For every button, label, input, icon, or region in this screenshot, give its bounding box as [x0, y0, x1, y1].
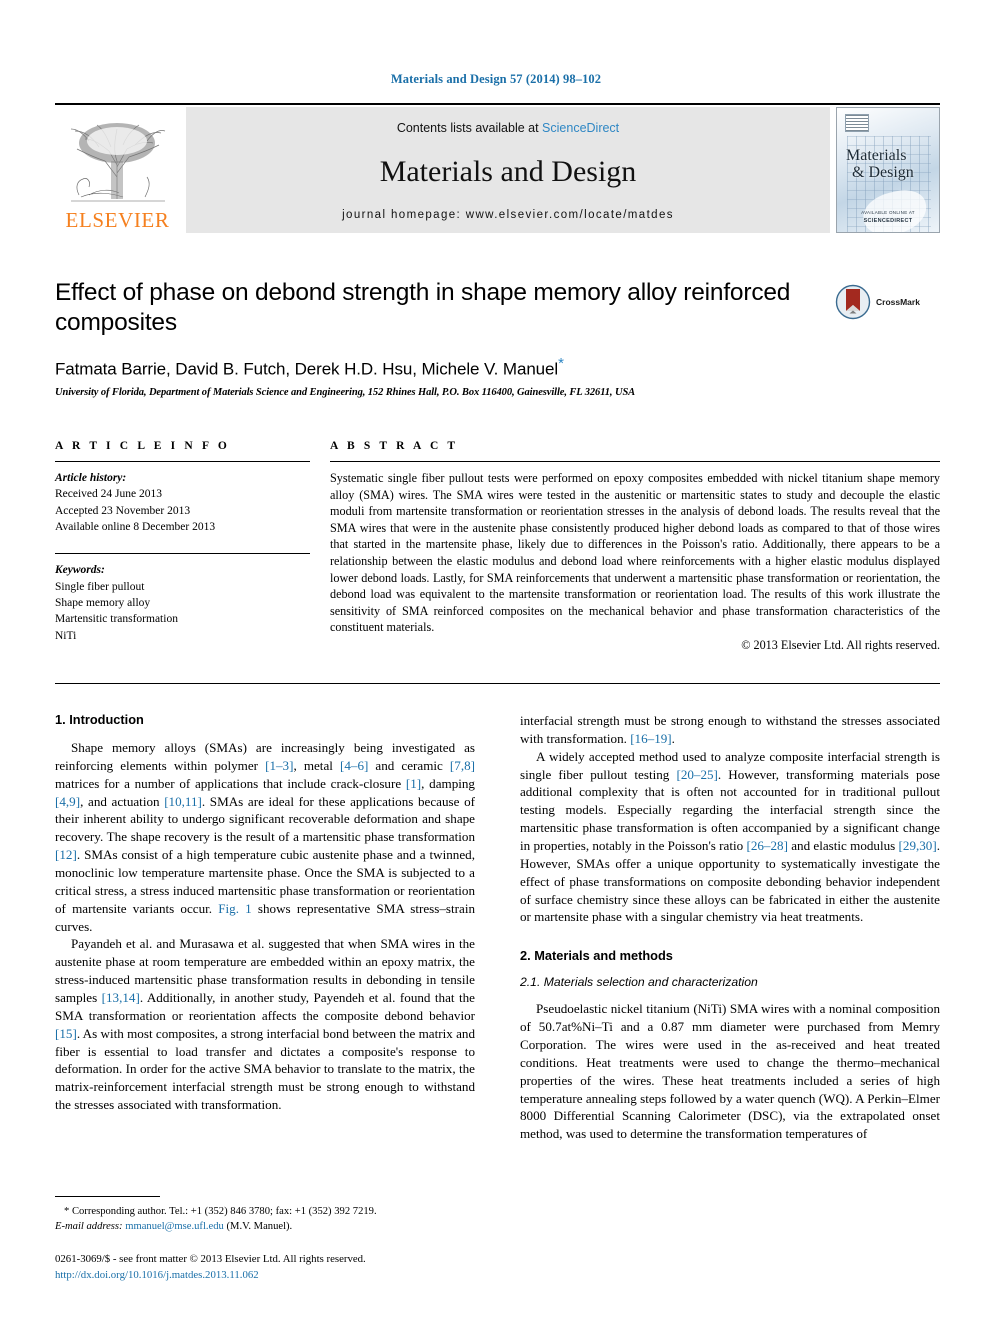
crossmark-icon — [835, 284, 871, 320]
email-label: E-mail address: — [55, 1221, 123, 1233]
text-run: interfacial strength must be strong enou… — [520, 713, 940, 746]
journal-masthead: ELSEVIER Contents lists available at Sci… — [55, 103, 940, 233]
heading-materials-and-methods: 2. Materials and methods — [520, 948, 673, 964]
citation-ref[interactable]: [4,9] — [55, 794, 80, 809]
article-history-item: Available online 8 December 2013 — [55, 520, 216, 533]
corresponding-author-marker: * — [558, 354, 564, 372]
article-history-item: Received 24 June 2013 — [55, 488, 162, 501]
email-link[interactable]: mmanuel@mse.ufl.edu — [125, 1221, 224, 1232]
text-run: , metal — [293, 757, 340, 773]
keyword-item: Single fiber pullout — [55, 580, 145, 593]
article-info-rule-mid — [55, 553, 310, 555]
section-divider — [55, 683, 940, 684]
text-run: . — [671, 730, 675, 746]
elsevier-logo: ELSEVIER — [55, 107, 180, 233]
article-history: Article history: Received 24 June 2013 A… — [55, 470, 310, 535]
cover-footer: AVAILABLE ONLINE AT SCIENCEDIRECT — [837, 210, 939, 225]
journal-title: Materials and Design — [379, 155, 637, 188]
citation-ref[interactable]: [7,8] — [450, 758, 475, 773]
corresponding-author-note: * Corresponding author. Tel.: +1 (352) 8… — [55, 1204, 475, 1234]
citation-ref[interactable]: [26–28] — [746, 838, 787, 853]
body-column-right: interfacial strength must be strong enou… — [520, 712, 940, 1143]
intro-paragraph-3: A widely accepted method used to analyze… — [520, 748, 940, 927]
text-run: . As with most composites, a strong inte… — [55, 1025, 475, 1113]
abstract-heading: A B S T R A C T — [330, 440, 459, 452]
citation-ref[interactable]: [16–19] — [630, 731, 671, 746]
text-run: and elastic modulus — [787, 838, 899, 854]
cover-title: Materials & Design — [846, 147, 933, 182]
cover-footer-line1: AVAILABLE ONLINE AT — [861, 210, 915, 215]
keywords-label: Keywords: — [55, 564, 105, 577]
citation-ref[interactable]: [4–6] — [340, 758, 368, 773]
citation-ref[interactable]: [1–3] — [265, 758, 293, 773]
journal-cover-thumbnail: Materials & Design AVAILABLE ONLINE AT S… — [836, 107, 940, 233]
footnote-text: Corresponding author. Tel.: +1 (352) 846… — [69, 1206, 377, 1217]
citation-ref[interactable]: [15] — [55, 1026, 77, 1041]
journal-band: Contents lists available at ScienceDirec… — [186, 107, 830, 233]
heading-introduction: 1. Introduction — [55, 712, 144, 727]
abstract-text: Systematic single fiber pullout tests we… — [330, 471, 940, 635]
text-run: , and actuation — [80, 793, 165, 809]
keyword-item: Martensitic transformation — [55, 613, 178, 626]
text-run: matrices for a number of applications th… — [55, 775, 406, 791]
abstract-rule — [330, 461, 940, 462]
crossmark-badge[interactable]: CrossMark — [835, 284, 940, 320]
citation-ref[interactable]: [12] — [55, 847, 77, 862]
paper-page: Materials and Design 57 (2014) 98–102 EL… — [0, 0, 992, 1323]
body-columns: 1. Introduction Shape memory alloys (SMA… — [55, 712, 940, 1143]
journal-homepage[interactable]: journal homepage: www.elsevier.com/locat… — [342, 209, 674, 221]
article-info-column: A R T I C L E I N F O Article history: R… — [55, 440, 310, 653]
author-names: Fatmata Barrie, David B. Futch, Derek H.… — [55, 359, 559, 379]
citation-ref[interactable]: [13,14] — [102, 990, 140, 1005]
body-column-left: 1. Introduction Shape memory alloys (SMA… — [55, 712, 475, 1143]
keywords-list: Keywords: Single fiber pullout Shape mem… — [55, 562, 310, 644]
heading-materials-selection: 2.1. Materials selection and characteriz… — [520, 975, 758, 990]
text-run: , damping — [421, 775, 475, 791]
cover-footer-line2: SCIENCEDIRECT — [863, 217, 913, 224]
abstract-column: A B S T R A C T Systematic single fiber … — [330, 440, 940, 653]
footnote-block: * Corresponding author. Tel.: +1 (352) 8… — [55, 1196, 475, 1234]
title-block: Effect of phase on debond strength in sh… — [55, 278, 940, 398]
keyword-item: NiTi — [55, 629, 77, 642]
figure-ref[interactable]: Fig. 1 — [218, 901, 251, 916]
cover-title-line1: Materials — [846, 147, 907, 164]
running-head: Materials and Design 57 (2014) 98–102 — [390, 72, 602, 86]
sciencedirect-link[interactable]: ScienceDirect — [542, 121, 619, 135]
email-suffix: (M.V. Manuel). — [223, 1221, 293, 1233]
crossmark-label: CrossMark — [876, 297, 920, 307]
contents-prefix: Contents lists available at — [396, 121, 543, 135]
page-title: Effect of phase on debond strength in sh… — [55, 279, 791, 336]
elsevier-tree-icon — [70, 123, 165, 202]
affiliation: University of Florida, Department of Mat… — [55, 387, 636, 399]
elsevier-wordmark: ELSEVIER — [65, 208, 170, 232]
citation-ref[interactable]: [10,11] — [164, 794, 202, 809]
footnote-rule — [55, 1196, 160, 1197]
info-abstract-region: A R T I C L E I N F O Article history: R… — [55, 440, 940, 653]
citation-ref[interactable]: [1] — [406, 776, 421, 791]
imprint-block: 0261-3069/$ - see front matter © 2013 El… — [55, 1252, 505, 1283]
abstract-copyright: © 2013 Elsevier Ltd. All rights reserved… — [741, 637, 940, 652]
cover-publisher-badge-icon — [845, 114, 869, 132]
article-info-heading: A R T I C L E I N F O — [55, 440, 230, 452]
cover-title-line2: & Design — [852, 163, 914, 181]
intro-paragraph-2-continued: interfacial strength must be strong enou… — [520, 712, 940, 748]
article-history-label: Article history: — [55, 472, 127, 484]
issn-line: 0261-3069/$ - see front matter © 2013 El… — [55, 1253, 366, 1265]
article-history-item: Accepted 23 November 2013 — [55, 504, 191, 517]
doi-link[interactable]: http://dx.doi.org/10.1016/j.matdes.2013.… — [55, 1269, 259, 1281]
article-info-rule-top — [55, 461, 310, 462]
intro-paragraph-2: Payandeh et al. and Murasawa et al. sugg… — [55, 935, 475, 1114]
intro-paragraph-1: Shape memory alloys (SMAs) are increasin… — [55, 739, 475, 935]
text-run: and ceramic — [368, 757, 450, 773]
author-list: Fatmata Barrie, David B. Futch, Derek H.… — [55, 355, 940, 380]
materials-paragraph-1: Pseudoelastic nickel titanium (NiTi) SMA… — [520, 1001, 940, 1142]
citation-ref[interactable]: [20–25] — [676, 767, 717, 782]
contents-list-line: Contents lists available at ScienceDirec… — [397, 121, 619, 135]
citation-ref[interactable]: [29,30] — [899, 838, 937, 853]
keyword-item: Shape memory alloy — [55, 596, 151, 609]
